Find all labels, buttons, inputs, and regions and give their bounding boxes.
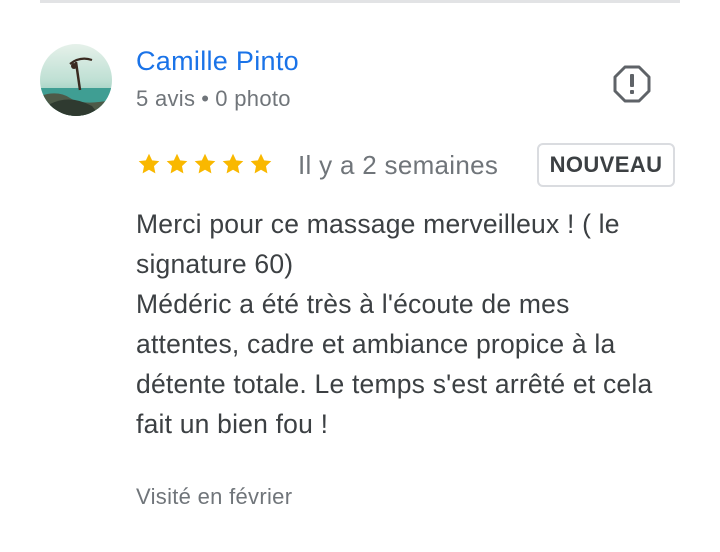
avatar[interactable] (40, 44, 112, 116)
reviewer-name[interactable]: Camille Pinto (136, 46, 299, 77)
star-icon (166, 153, 188, 174)
visited-date: Visité en février (136, 484, 293, 509)
star-icon (250, 153, 272, 174)
top-divider (40, 0, 680, 3)
review-paragraph: Merci pour ce massage merveilleux ! ( le… (136, 209, 620, 279)
review-text: Merci pour ce massage merveilleux ! ( le… (136, 204, 676, 444)
star-icon (222, 153, 244, 174)
review-paragraph: Médéric a été très à l'écoute de mes att… (136, 289, 653, 439)
meta-separator: • (201, 86, 210, 111)
star-icon (194, 153, 216, 174)
photos-count: 0 photo (215, 86, 291, 111)
review-date: Il y a 2 semaines (298, 150, 499, 180)
report-icon[interactable] (612, 64, 652, 104)
reviewer-meta: 5 avis • 0 photo (136, 86, 291, 112)
star-icon (138, 153, 160, 174)
new-badge: NOUVEAU (537, 143, 675, 187)
reviews-count: 5 avis (136, 86, 196, 111)
star-rating (136, 148, 274, 180)
